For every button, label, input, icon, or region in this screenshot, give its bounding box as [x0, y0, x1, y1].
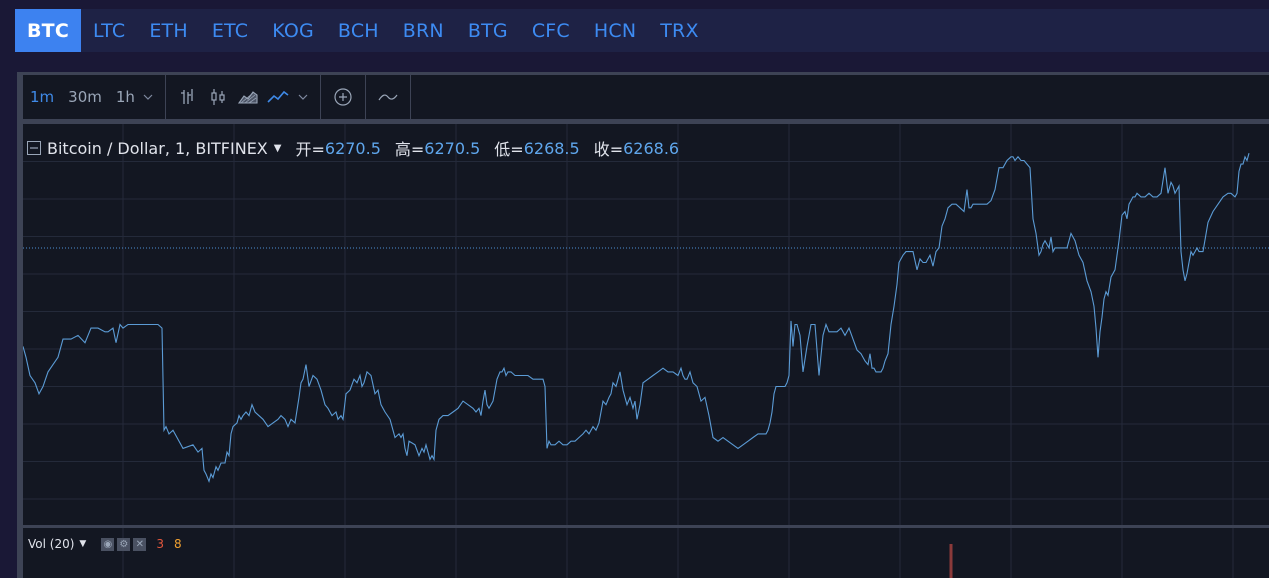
candlestick-icon[interactable] [206, 85, 230, 109]
timeframe-1h[interactable]: 1h [109, 88, 138, 106]
open-label: 开= [295, 140, 325, 159]
volume-label[interactable]: Vol (20) [28, 537, 74, 551]
open-value: 6270.5 [324, 138, 381, 158]
toolbar-separator [319, 75, 321, 119]
bar-chart-icon[interactable] [176, 85, 200, 109]
tab-btg[interactable]: BTG [456, 9, 520, 52]
settings-icon[interactable]: ⚙ [117, 537, 131, 551]
timeframe-1m[interactable]: 1m [23, 88, 61, 106]
tab-etc[interactable]: ETC [200, 9, 260, 52]
low-value: 6268.5 [523, 138, 580, 158]
chevron-down-icon[interactable] [296, 85, 310, 109]
volume-pane[interactable]: Vol (20) ▼ ◉ ⚙ ✕ 3 8 [23, 528, 1269, 578]
volume-bar [949, 544, 953, 578]
chart-legend: Bitcoin / Dollar, 1, BITFINEX ▼ 开= 6270.5… [27, 136, 679, 160]
volume-value-b: 8 [173, 537, 182, 551]
add-indicator-icon[interactable] [331, 85, 355, 109]
low-label: 低= [494, 140, 524, 159]
tab-cfc[interactable]: CFC [520, 9, 582, 52]
symbol-tab-bar: BTC LTC ETH ETC KOG BCH BRN BTG CFC HCN TRX [15, 9, 1269, 52]
high-value: 6270.5 [424, 138, 481, 158]
toolbar-separator [409, 75, 411, 119]
compare-icon[interactable] [376, 85, 400, 109]
area-chart-icon[interactable] [236, 85, 260, 109]
close-value: 6268.6 [623, 138, 680, 158]
volume-legend: Vol (20) ▼ ◉ ⚙ ✕ 3 8 [28, 537, 182, 551]
tab-bch[interactable]: BCH [326, 9, 391, 52]
tab-ltc[interactable]: LTC [81, 9, 137, 52]
price-line-chart [23, 124, 1269, 525]
chevron-down-icon[interactable] [141, 85, 155, 109]
tab-kog[interactable]: KOG [260, 9, 326, 52]
tab-eth[interactable]: ETH [137, 9, 200, 52]
collapse-legend-icon[interactable] [27, 141, 41, 155]
tab-hcn[interactable]: HCN [582, 9, 648, 52]
eye-icon[interactable]: ◉ [101, 537, 115, 551]
toolbar-separator [364, 75, 366, 119]
toolbar-separator [164, 75, 166, 119]
price-series-line [23, 153, 1250, 484]
tab-btc[interactable]: BTC [15, 9, 81, 52]
symbol-title[interactable]: Bitcoin / Dollar, 1, BITFINEX [47, 139, 268, 158]
price-chart-pane[interactable]: Bitcoin / Dollar, 1, BITFINEX ▼ 开= 6270.5… [23, 124, 1269, 525]
tab-brn[interactable]: BRN [391, 9, 456, 52]
close-label: 收= [593, 140, 624, 159]
high-label: 高= [394, 140, 425, 159]
chart-toolbar: 1m 30m 1h [23, 75, 1269, 119]
volume-value-a: 3 [156, 537, 164, 551]
timeframe-30m[interactable]: 30m [61, 88, 109, 106]
close-icon[interactable]: ✕ [133, 537, 147, 551]
chevron-down-icon[interactable]: ▼ [274, 143, 282, 154]
volume-chart [122, 528, 1234, 578]
line-chart-icon[interactable] [266, 85, 290, 109]
chevron-down-icon[interactable]: ▼ [79, 539, 86, 549]
tab-trx[interactable]: TRX [648, 9, 710, 52]
